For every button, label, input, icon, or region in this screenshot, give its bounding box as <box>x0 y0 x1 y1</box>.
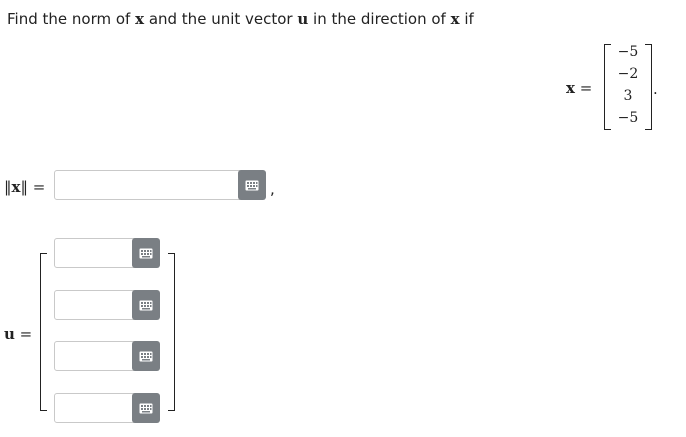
given-entry: −5 <box>617 110 639 126</box>
prompt-var-x: x <box>135 10 145 28</box>
prompt-text-4: if <box>459 10 474 28</box>
norm-keyboard-button[interactable] <box>238 170 266 200</box>
unit-keyboard-button-4[interactable] <box>132 393 160 423</box>
norm-left-bars: ‖ <box>4 178 12 196</box>
prompt-var-u: u <box>297 10 309 28</box>
norm-label: ‖x‖ = <box>4 178 45 196</box>
unit-keyboard-button-3[interactable] <box>132 341 160 371</box>
unit-vector-eq: = <box>14 325 33 343</box>
prompt-text-2: and the unit vector <box>144 10 298 28</box>
keyboard-icon <box>139 403 153 413</box>
given-entry: −5 <box>617 44 639 60</box>
unit-keyboard-button-1[interactable] <box>132 238 160 268</box>
given-period: . <box>653 80 658 98</box>
given-vector-label: x = <box>566 79 592 97</box>
unit-keyboard-button-2[interactable] <box>132 290 160 320</box>
given-entry: 3 <box>623 88 633 104</box>
given-left-bracket <box>604 44 611 130</box>
keyboard-icon <box>245 180 259 190</box>
unit-vector-label: u = <box>4 325 32 343</box>
norm-trailing-comma: , <box>270 180 275 198</box>
prompt-var-x2: x <box>450 10 460 28</box>
prompt-text-1: Find the norm of <box>7 10 136 28</box>
keyboard-icon <box>139 300 153 310</box>
unit-vector-var: u <box>4 325 15 343</box>
given-vector-var: x <box>566 79 575 97</box>
norm-right-bars: ‖ = <box>20 178 46 196</box>
unit-left-bracket <box>40 253 47 411</box>
norm-input[interactable] <box>54 170 264 200</box>
keyboard-icon <box>139 248 153 258</box>
keyboard-icon <box>139 351 153 361</box>
given-right-bracket <box>645 44 652 130</box>
given-vector-eq: = <box>574 79 593 97</box>
problem-prompt: Find the norm of x and the unit vector u… <box>7 10 474 28</box>
unit-right-bracket <box>168 253 175 411</box>
given-entry: −2 <box>617 66 639 82</box>
prompt-text-3: in the direction of <box>308 10 451 28</box>
